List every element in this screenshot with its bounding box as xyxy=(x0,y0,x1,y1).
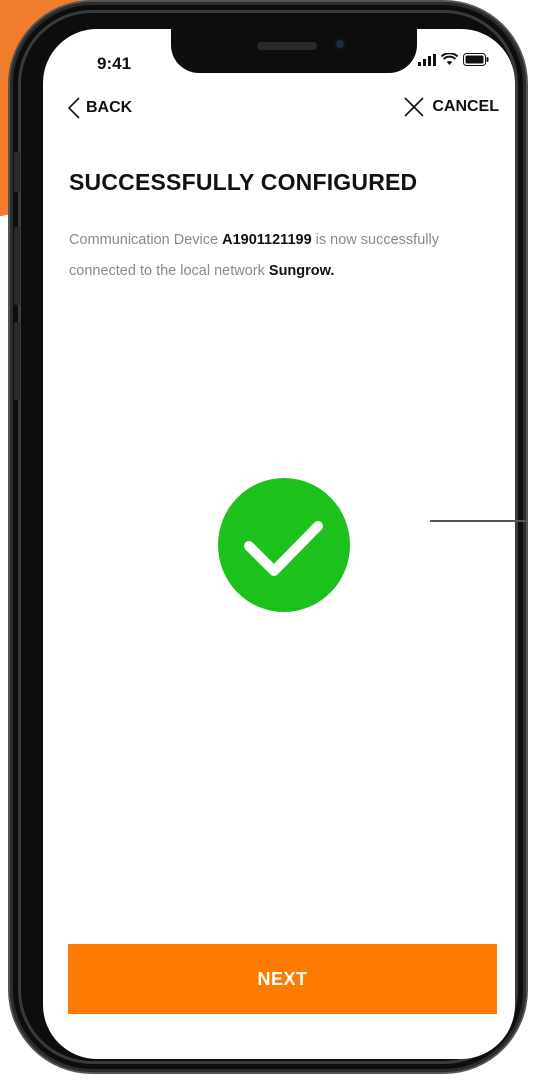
battery-icon xyxy=(463,53,489,66)
page-title: SUCCESSFULLY CONFIGURED xyxy=(69,169,418,195)
notch xyxy=(171,29,417,73)
check-circle-icon xyxy=(218,478,350,612)
next-button[interactable]: NEXT xyxy=(68,944,497,1014)
chevron-left-icon xyxy=(68,97,80,119)
mute-switch xyxy=(14,152,20,192)
description-part-1: Communication Device xyxy=(69,232,223,248)
volume-down-button xyxy=(14,322,20,400)
top-nav: BACK CANCEL xyxy=(43,97,515,127)
callout-line xyxy=(430,520,526,522)
wifi-icon xyxy=(441,53,458,65)
stage: 9:41 BACK CANCEL SUCCESSFULLY CONFIGURED… xyxy=(0,0,536,1081)
front-camera xyxy=(333,37,347,51)
back-label: BACK xyxy=(86,99,133,116)
phone-screen: 9:41 BACK CANCEL SUCCESSFULLY CONFIGURED… xyxy=(43,29,515,1059)
network-name: Sungrow. xyxy=(268,263,335,279)
speaker-grille xyxy=(257,42,317,50)
close-icon xyxy=(404,97,424,117)
device-id: A1901121199 xyxy=(222,232,312,248)
volume-up-button xyxy=(14,227,20,305)
cancel-button[interactable]: CANCEL xyxy=(404,97,499,117)
signal-icon xyxy=(418,53,436,66)
status-icons xyxy=(418,53,489,66)
phone-frame: 9:41 BACK CANCEL SUCCESSFULLY CONFIGURED… xyxy=(10,2,526,1072)
back-button[interactable]: BACK xyxy=(68,97,132,119)
cancel-label: CANCEL xyxy=(432,98,499,115)
description-text: Communication Device A1901121199 is now … xyxy=(69,225,509,287)
status-time: 9:41 xyxy=(97,54,132,73)
